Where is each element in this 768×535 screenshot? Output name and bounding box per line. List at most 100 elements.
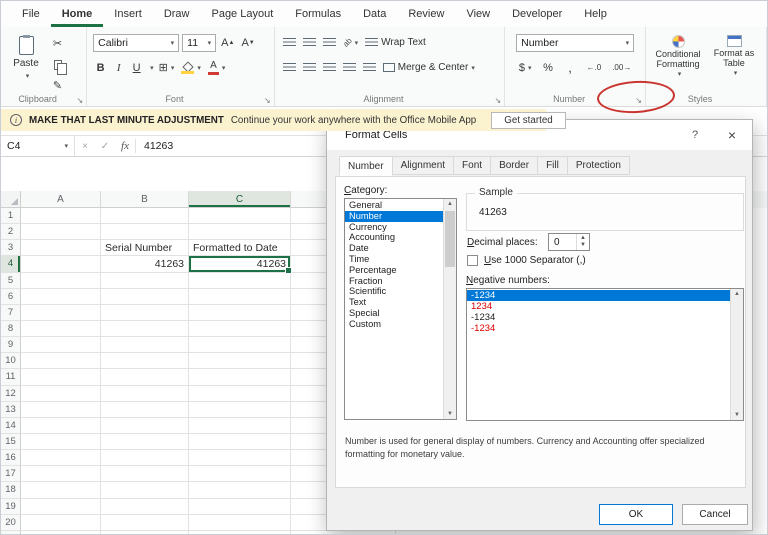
category-item-general[interactable]: General [345, 200, 443, 211]
row-header-16[interactable]: 16 [1, 450, 21, 467]
shrink-font-button[interactable]: A ▼ [239, 34, 256, 51]
cell-A8[interactable] [21, 320, 101, 338]
cell-C15[interactable] [189, 433, 291, 451]
cell-A3[interactable] [21, 240, 101, 257]
cell-A6[interactable] [21, 288, 101, 305]
cell-A5[interactable] [21, 272, 101, 289]
cell-C18[interactable] [189, 482, 291, 499]
scroll-up-icon[interactable]: ▲ [447, 201, 453, 207]
row-header-15[interactable]: 15 [1, 433, 21, 451]
dialog-tab-number[interactable]: Number [339, 156, 393, 176]
negative-option-1[interactable]: 1234 [467, 301, 730, 312]
row-header-4[interactable]: 4 [1, 256, 21, 273]
row-header-12[interactable]: 12 [1, 385, 21, 402]
increase-indent-button[interactable] [361, 59, 378, 76]
category-item-scientific[interactable]: Scientific [345, 286, 443, 297]
category-item-fraction[interactable]: Fraction [345, 276, 443, 287]
row-header-7[interactable]: 7 [1, 304, 21, 321]
menu-tab-home[interactable]: Home [51, 1, 104, 27]
align-left-button[interactable] [281, 59, 298, 76]
cell-A2[interactable] [21, 224, 101, 241]
row-header-18[interactable]: 18 [1, 482, 21, 499]
conditional-formatting-button[interactable]: Conditional Formatting ▾ [652, 32, 704, 79]
cell-A13[interactable] [21, 401, 101, 418]
help-button[interactable]: ? [680, 120, 710, 150]
get-started-button[interactable]: Get started [491, 111, 566, 129]
cell-A18[interactable] [21, 482, 101, 499]
cell-C7[interactable] [189, 304, 291, 321]
underline-button[interactable]: U [129, 59, 144, 76]
cell-C19[interactable] [189, 498, 291, 515]
cell-B1[interactable] [101, 208, 189, 225]
menu-tab-formulas[interactable]: Formulas [284, 1, 352, 27]
category-item-currency[interactable]: Currency [345, 222, 443, 233]
category-item-special[interactable]: Special [345, 308, 443, 319]
scroll-down-icon[interactable]: ▼ [734, 412, 740, 418]
cell-B20[interactable] [101, 514, 189, 531]
decimal-places-input[interactable]: 0 ▲ ▼ [548, 233, 590, 251]
italic-button[interactable]: I [111, 59, 126, 76]
row-header-1[interactable]: 1 [1, 208, 21, 225]
menu-tab-data[interactable]: Data [352, 1, 397, 27]
orientation-button[interactable]: ab ▾ [341, 34, 360, 51]
merge-center-button[interactable]: Merge & Center ▾ [381, 59, 477, 76]
dialog-tab-protection[interactable]: Protection [566, 156, 630, 175]
menu-tab-review[interactable]: Review [397, 1, 455, 27]
row-header-11[interactable]: 11 [1, 369, 21, 386]
scroll-down-icon[interactable]: ▼ [447, 411, 453, 417]
cell-B15[interactable] [101, 433, 189, 451]
cell-A4[interactable] [21, 256, 101, 273]
align-top-button[interactable] [281, 34, 298, 51]
cancel-button[interactable]: Cancel [682, 504, 748, 525]
menu-tab-view[interactable]: View [455, 1, 501, 27]
font-size-select[interactable]: 11 ▾ [182, 33, 217, 52]
cell-B5[interactable] [101, 272, 189, 289]
cell-B19[interactable] [101, 498, 189, 515]
cell-A21[interactable] [21, 530, 101, 534]
dialog-tab-fill[interactable]: Fill [537, 156, 568, 175]
category-item-accounting[interactable]: Accounting [345, 232, 443, 243]
percent-style-button[interactable]: % [541, 59, 556, 76]
accounting-format-button[interactable]: $ ▾ [517, 59, 534, 76]
cell-C10[interactable] [189, 353, 291, 370]
dialog-tab-border[interactable]: Border [490, 156, 539, 175]
cell-C9[interactable] [189, 337, 291, 354]
close-icon[interactable]: × [715, 120, 749, 150]
cell-C11[interactable] [189, 369, 291, 386]
cell-A15[interactable] [21, 433, 101, 451]
column-header-C[interactable]: C [189, 191, 291, 208]
cell-A11[interactable] [21, 369, 101, 386]
menu-tab-draw[interactable]: Draw [153, 1, 201, 27]
category-scrollbar[interactable]: ▲ ▼ [443, 199, 456, 419]
dialog-tab-alignment[interactable]: Alignment [391, 156, 455, 175]
negative-scrollbar[interactable]: ▲ ▼ [730, 289, 743, 420]
row-header-3[interactable]: 3 [1, 240, 21, 257]
cell-C2[interactable] [189, 224, 291, 241]
fx-icon[interactable]: fx [115, 136, 135, 156]
spin-up-icon[interactable]: ▲ [580, 235, 586, 243]
cell-C21[interactable] [189, 530, 291, 534]
cell-A7[interactable] [21, 304, 101, 321]
align-bottom-button[interactable] [321, 34, 338, 51]
row-header-5[interactable]: 5 [1, 272, 21, 289]
name-box[interactable]: C4 ▾ [1, 136, 75, 156]
alignment-dialog-launcher[interactable]: ↘ [495, 96, 502, 105]
cell-B9[interactable] [101, 337, 189, 354]
format-painter-button[interactable]: ✎ [50, 77, 65, 94]
cell-B4[interactable]: 41263 [101, 256, 189, 273]
cell-C5[interactable] [189, 272, 291, 289]
clipboard-dialog-launcher[interactable]: ↘ [76, 96, 83, 105]
row-header-20[interactable]: 20 [1, 514, 21, 531]
cell-B8[interactable] [101, 320, 189, 338]
row-header-8[interactable]: 8 [1, 320, 21, 338]
cell-C16[interactable] [189, 450, 291, 467]
font-dialog-launcher[interactable]: ↘ [264, 96, 271, 105]
cell-B7[interactable] [101, 304, 189, 321]
cut-button[interactable]: ✂ [50, 35, 65, 52]
cell-A19[interactable] [21, 498, 101, 515]
comma-style-button[interactable]: , [563, 59, 578, 76]
cell-C1[interactable] [189, 208, 291, 225]
negative-option-2[interactable]: -1234 [467, 312, 730, 323]
font-color-button[interactable]: A ▾ [206, 59, 228, 76]
cell-B21[interactable] [101, 530, 189, 534]
